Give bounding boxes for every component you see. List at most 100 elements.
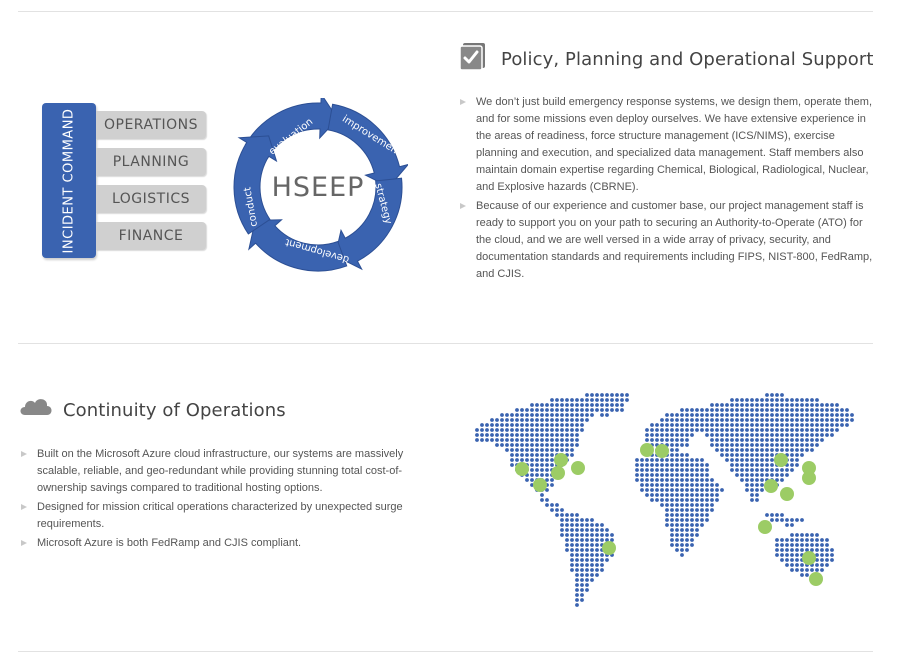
map-dot — [660, 458, 664, 462]
map-dot — [690, 458, 694, 462]
map-dot — [570, 528, 574, 532]
map-dot — [740, 468, 744, 472]
map-dot — [510, 428, 514, 432]
map-dot — [790, 533, 794, 537]
map-dot — [820, 423, 824, 427]
map-dot — [725, 413, 729, 417]
map-dot — [695, 468, 699, 472]
map-dot — [755, 418, 759, 422]
map-dot — [765, 438, 769, 442]
datacenter-marker — [780, 487, 794, 501]
datacenter-marker — [758, 520, 772, 534]
map-dot — [825, 413, 829, 417]
map-dot — [505, 423, 509, 427]
map-dot — [820, 413, 824, 417]
map-dot — [585, 523, 589, 527]
map-dot — [715, 418, 719, 422]
map-dot — [780, 398, 784, 402]
map-dot — [590, 523, 594, 527]
map-dot — [695, 523, 699, 527]
map-dot — [790, 563, 794, 567]
map-dot — [675, 483, 679, 487]
map-dot — [550, 418, 554, 422]
map-dot — [810, 418, 814, 422]
map-dot — [495, 428, 499, 432]
map-dot — [610, 403, 614, 407]
map-dot — [740, 428, 744, 432]
map-dot — [715, 408, 719, 412]
map-dot — [770, 458, 774, 462]
map-dot — [660, 498, 664, 502]
map-dot — [690, 528, 694, 532]
map-dot — [645, 488, 649, 492]
map-dot — [655, 468, 659, 472]
map-dot — [520, 433, 524, 437]
map-dot — [665, 433, 669, 437]
map-dot — [815, 548, 819, 552]
map-dot — [585, 393, 589, 397]
map-dot — [565, 403, 569, 407]
map-dot — [685, 508, 689, 512]
map-dot — [690, 428, 694, 432]
cloud-icon — [20, 399, 52, 415]
map-dot — [530, 423, 534, 427]
map-dot — [720, 488, 724, 492]
map-dot — [550, 403, 554, 407]
map-dot — [690, 468, 694, 472]
map-dot — [560, 518, 564, 522]
map-dot — [570, 438, 574, 442]
map-dot — [560, 443, 564, 447]
map-dot — [595, 568, 599, 572]
map-dot — [525, 418, 529, 422]
map-dot — [730, 433, 734, 437]
map-dot — [560, 398, 564, 402]
map-dot — [835, 408, 839, 412]
map-dot — [680, 418, 684, 422]
map-dot — [525, 408, 529, 412]
map-dot — [740, 463, 744, 467]
map-dot — [550, 458, 554, 462]
map-dot — [705, 433, 709, 437]
map-dot — [705, 408, 709, 412]
map-dot — [645, 468, 649, 472]
map-dot — [575, 518, 579, 522]
map-dot — [835, 413, 839, 417]
map-dot — [575, 553, 579, 557]
map-dot — [790, 568, 794, 572]
map-dot — [755, 398, 759, 402]
map-dot — [735, 418, 739, 422]
map-dot — [615, 398, 619, 402]
map-dot — [510, 438, 514, 442]
map-dot — [825, 548, 829, 552]
map-dot — [570, 538, 574, 542]
map-dot — [780, 418, 784, 422]
map-dot — [695, 488, 699, 492]
map-dot — [775, 538, 779, 542]
map-dot — [805, 568, 809, 572]
map-dot — [740, 458, 744, 462]
map-dot — [680, 453, 684, 457]
map-dot — [715, 413, 719, 417]
map-dot — [745, 428, 749, 432]
map-dot — [740, 443, 744, 447]
map-dot — [645, 433, 649, 437]
ic-box-operations: OPERATIONS — [96, 111, 206, 139]
map-dot — [720, 408, 724, 412]
map-dot — [655, 433, 659, 437]
map-dot — [690, 488, 694, 492]
map-dot — [635, 458, 639, 462]
map-dot — [575, 398, 579, 402]
map-dot — [825, 418, 829, 422]
map-dot — [795, 398, 799, 402]
map-dot — [815, 533, 819, 537]
map-dot — [790, 423, 794, 427]
map-dot — [800, 518, 804, 522]
map-dot — [670, 503, 674, 507]
policy-bullet-2: Because of our experience and customer b… — [460, 198, 876, 283]
map-dot — [770, 398, 774, 402]
map-dot — [815, 408, 819, 412]
map-dot — [775, 398, 779, 402]
map-dot — [635, 473, 639, 477]
map-dot — [680, 433, 684, 437]
map-dot — [555, 418, 559, 422]
